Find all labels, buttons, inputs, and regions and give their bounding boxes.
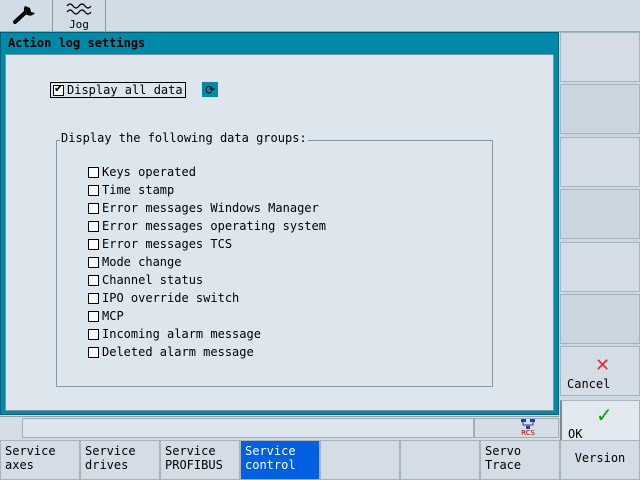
checkbox[interactable] bbox=[88, 238, 99, 250]
softkey-line2: control bbox=[245, 458, 296, 472]
checkbox[interactable] bbox=[88, 346, 99, 358]
item-label: Error messages operating system bbox=[102, 219, 326, 233]
servo-trace-button[interactable]: Servo Trace bbox=[480, 440, 560, 480]
checkbox[interactable] bbox=[88, 310, 99, 322]
jog-label: Jog bbox=[69, 17, 89, 31]
softkey-line2: Trace bbox=[485, 458, 522, 472]
list-item[interactable]: Channel status bbox=[88, 271, 326, 289]
softkey-line2: drives bbox=[85, 458, 129, 472]
right-softkey-5[interactable] bbox=[560, 242, 640, 292]
item-label: Keys operated bbox=[102, 165, 196, 179]
list-item[interactable]: Error messages operating system bbox=[88, 217, 326, 235]
softkey-line1: Servo bbox=[485, 444, 522, 458]
focus-indicator: ⟳ bbox=[202, 82, 218, 97]
item-label: Time stamp bbox=[102, 183, 175, 197]
softkey-line1: Service bbox=[245, 444, 296, 458]
right-softkey-3[interactable] bbox=[560, 137, 640, 187]
item-label: Incoming alarm message bbox=[102, 327, 261, 341]
checkbox[interactable]: ✔ bbox=[53, 81, 64, 96]
softkey-line1: Service bbox=[85, 444, 136, 458]
rcs-label: RCS bbox=[521, 429, 535, 437]
cancel-button[interactable]: ✕ Cancel bbox=[560, 346, 640, 396]
service-axes-button[interactable]: Service axes bbox=[0, 440, 80, 480]
item-label: Mode change bbox=[102, 255, 182, 269]
list-item[interactable]: Keys operated bbox=[88, 163, 326, 181]
list-item[interactable]: IPO override switch bbox=[88, 289, 326, 307]
item-label: Channel status bbox=[102, 273, 204, 287]
checkbox[interactable] bbox=[88, 166, 99, 178]
service-control-button[interactable]: Service control bbox=[240, 440, 320, 480]
softkey-line2: axes bbox=[5, 458, 34, 472]
version-button[interactable]: Version bbox=[560, 440, 640, 480]
item-label: Error messages Windows Manager bbox=[102, 201, 319, 215]
ok-label: OK bbox=[568, 427, 583, 441]
item-label: IPO override switch bbox=[102, 291, 240, 305]
wave-icon bbox=[66, 2, 92, 19]
list-item[interactable]: Error messages Windows Manager bbox=[88, 199, 326, 217]
refresh-icon: ⟳ bbox=[204, 82, 216, 97]
bottom-softkey-6[interactable] bbox=[400, 440, 480, 480]
list-item[interactable]: MCP bbox=[88, 307, 326, 325]
cancel-label: Cancel bbox=[567, 377, 611, 391]
ok-check-icon: ✓ bbox=[596, 403, 613, 427]
rcs-network-icon: RCS bbox=[515, 418, 541, 438]
item-label: Deleted alarm message bbox=[102, 345, 254, 359]
checkmark-icon: ✔ bbox=[54, 81, 64, 95]
wrench-icon bbox=[11, 2, 41, 29]
data-groups-label: Display the following data groups: bbox=[60, 131, 308, 145]
right-softkey-6[interactable] bbox=[560, 294, 640, 344]
item-label: MCP bbox=[102, 309, 124, 323]
softkey-line1: Version bbox=[574, 451, 626, 465]
list-item[interactable]: Incoming alarm message bbox=[88, 325, 326, 343]
bottom-softkey-5[interactable] bbox=[320, 440, 400, 480]
checkbox[interactable] bbox=[88, 292, 99, 304]
softkey-line2: PROFIBUS bbox=[165, 458, 223, 472]
right-softkey-1[interactable] bbox=[560, 32, 640, 82]
cancel-x-icon: ✕ bbox=[595, 355, 611, 376]
service-drives-button[interactable]: Service drives bbox=[80, 440, 160, 480]
checkbox[interactable] bbox=[88, 256, 99, 268]
list-item[interactable]: Error messages TCS bbox=[88, 235, 326, 253]
display-all-data-checkbox[interactable]: ✔ Display all data bbox=[50, 82, 186, 98]
list-item[interactable]: Time stamp bbox=[88, 181, 326, 199]
right-softkey-2[interactable] bbox=[560, 84, 640, 134]
checkbox[interactable] bbox=[88, 274, 99, 286]
right-softkey-4[interactable] bbox=[560, 189, 640, 239]
jog-button[interactable]: Jog bbox=[53, 0, 106, 31]
wrench-button[interactable] bbox=[0, 0, 53, 31]
display-all-data-label: Display all data bbox=[67, 83, 183, 97]
checkbox[interactable] bbox=[88, 220, 99, 232]
checkbox[interactable] bbox=[88, 184, 99, 196]
softkey-line1: Service bbox=[5, 444, 56, 458]
checkbox[interactable] bbox=[88, 202, 99, 214]
status-message-field bbox=[22, 418, 474, 438]
list-item[interactable]: Deleted alarm message bbox=[88, 343, 326, 361]
data-groups-list: Keys operated Time stamp Error messages … bbox=[88, 163, 326, 361]
item-label: Error messages TCS bbox=[102, 237, 233, 251]
softkey-line1: Service bbox=[165, 444, 216, 458]
service-profibus-button[interactable]: Service PROFIBUS bbox=[160, 440, 240, 480]
dialog-title: Action log settings bbox=[3, 35, 556, 51]
checkbox[interactable] bbox=[88, 328, 99, 340]
list-item[interactable]: Mode change bbox=[88, 253, 326, 271]
